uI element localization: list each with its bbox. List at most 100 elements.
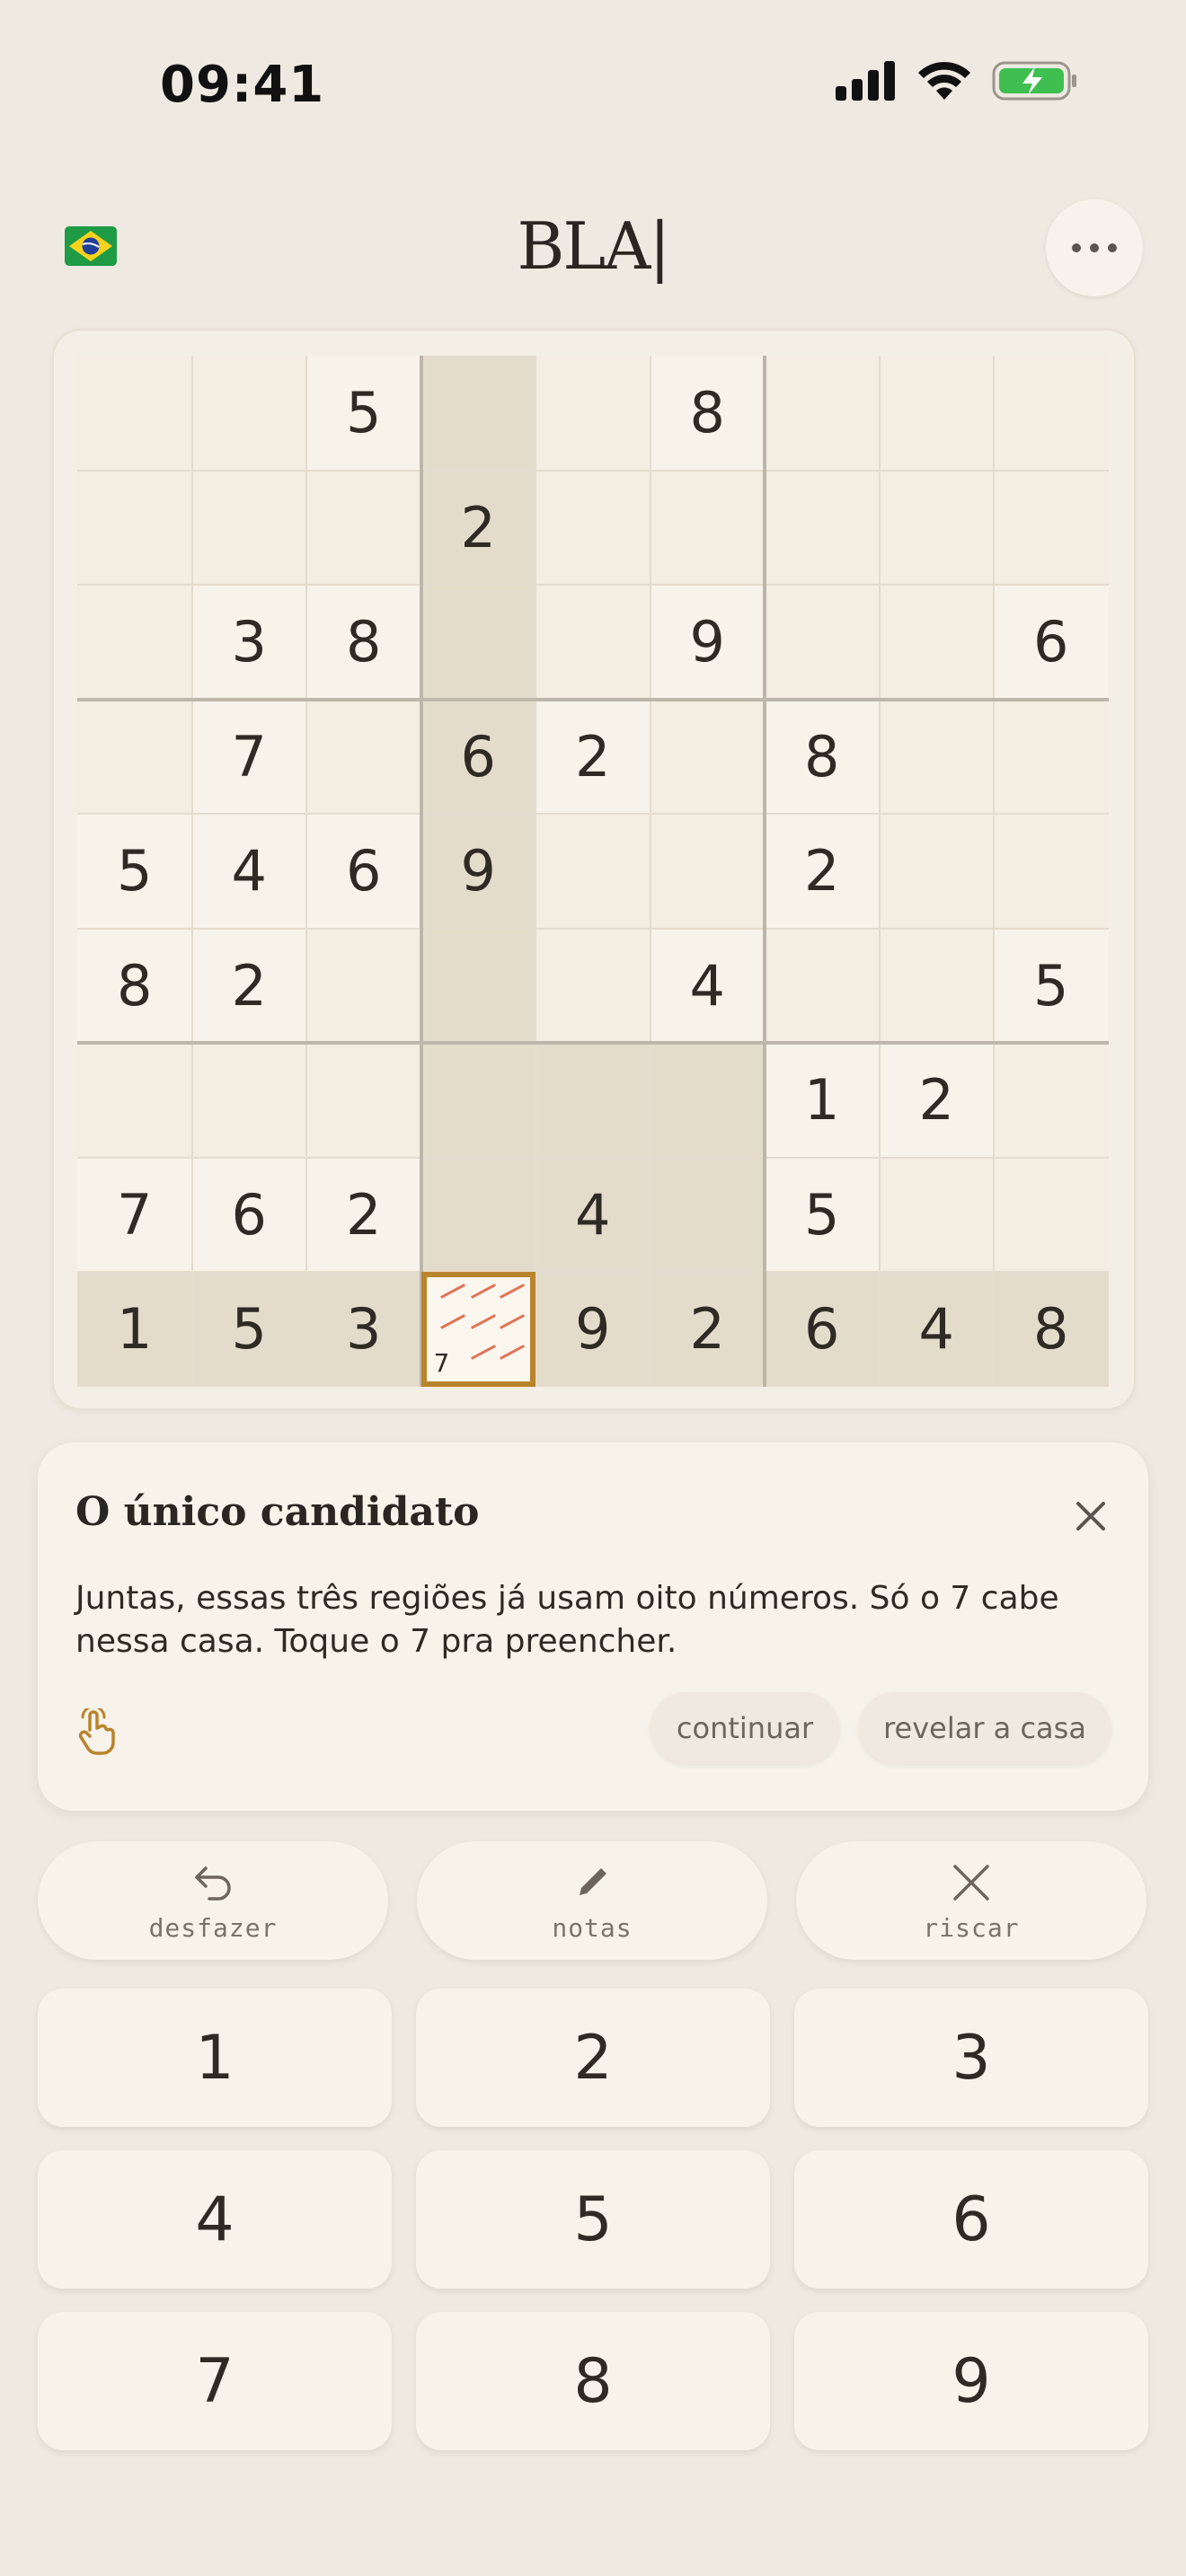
board-cell-r1c9[interactable] <box>994 356 1109 471</box>
board-cell-r2c8[interactable] <box>879 470 994 585</box>
board-cell-r9c3[interactable]: 3 <box>306 1272 421 1387</box>
board-cell-r8c2[interactable]: 6 <box>191 1157 306 1272</box>
box-line <box>77 1041 1109 1045</box>
notes-button[interactable]: notas <box>417 1841 767 1960</box>
board-cell-r7c6[interactable] <box>650 1043 765 1158</box>
board-cell-r9c6[interactable]: 2 <box>650 1272 765 1387</box>
board-cell-r9c2[interactable]: 5 <box>191 1272 306 1387</box>
board-cell-r8c1[interactable]: 7 <box>77 1157 192 1272</box>
board-cell-r1c4[interactable] <box>420 356 535 471</box>
board-cell-r8c8[interactable] <box>879 1157 994 1272</box>
board-cell-r2c5[interactable] <box>535 470 651 585</box>
board-cell-r1c7[interactable] <box>765 356 880 471</box>
number-key-3[interactable]: 3 <box>794 1989 1148 2127</box>
reveal-cell-button[interactable]: revelar a casa <box>859 1692 1111 1764</box>
board-cell-r5c1[interactable]: 5 <box>77 814 192 929</box>
board-cell-r8c5[interactable]: 4 <box>535 1157 651 1272</box>
board-cell-r7c8[interactable]: 2 <box>879 1043 994 1158</box>
board-cell-r5c6[interactable] <box>650 814 765 929</box>
board-cell-r6c8[interactable] <box>879 928 994 1043</box>
board-cell-r6c2[interactable]: 2 <box>191 928 306 1043</box>
board-cell-r5c4[interactable]: 9 <box>420 814 535 929</box>
board-cell-r3c7[interactable] <box>765 585 880 700</box>
board-cell-r5c5[interactable] <box>535 814 651 929</box>
board-cell-r7c4[interactable] <box>420 1043 535 1158</box>
board-cell-r4c1[interactable] <box>77 699 192 814</box>
board-cell-r1c3[interactable]: 5 <box>306 356 421 471</box>
board-cell-r7c2[interactable] <box>191 1043 306 1158</box>
hint-body: Juntas, essas três regiões já usam oito … <box>75 1580 1059 1660</box>
board-cell-r3c1[interactable] <box>77 585 192 700</box>
board-cell-r4c8[interactable] <box>879 699 994 814</box>
continue-button[interactable]: continuar <box>651 1692 839 1764</box>
board-cell-r2c6[interactable] <box>650 470 765 585</box>
board-cell-r5c9[interactable] <box>994 814 1109 929</box>
board-cell-r8c6[interactable] <box>650 1157 765 1272</box>
board-cell-r6c3[interactable] <box>306 928 421 1043</box>
board-cell-r6c9[interactable]: 5 <box>994 928 1109 1043</box>
board-cell-r2c1[interactable] <box>77 470 192 585</box>
board-cell-r2c2[interactable] <box>191 470 306 585</box>
board-cell-r8c4[interactable] <box>420 1157 535 1272</box>
number-key-1[interactable]: 1 <box>38 1989 392 2127</box>
board-cell-r1c5[interactable] <box>535 356 651 471</box>
board-cell-r7c1[interactable] <box>77 1043 192 1158</box>
board-cell-r8c7[interactable]: 5 <box>765 1157 880 1272</box>
board-cell-r7c9[interactable] <box>994 1043 1109 1158</box>
board-cell-r4c4[interactable]: 6 <box>420 699 535 814</box>
board-cell-r1c2[interactable] <box>191 356 306 471</box>
sudoku-board[interactable]: 582389676285469282451276245153926487 <box>77 356 1109 1387</box>
number-key-8[interactable]: 8 <box>416 2312 770 2450</box>
close-icon[interactable] <box>1073 1498 1109 1534</box>
board-cell-r5c2[interactable]: 4 <box>191 814 306 929</box>
strike-button[interactable]: riscar <box>796 1841 1146 1960</box>
board-cell-r6c1[interactable]: 8 <box>77 928 192 1043</box>
board-cell-r7c7[interactable]: 1 <box>765 1043 880 1158</box>
number-key-4[interactable]: 4 <box>38 2150 392 2289</box>
board-cell-r3c3[interactable]: 8 <box>306 585 421 700</box>
board-cell-r6c4[interactable] <box>420 928 535 1043</box>
board-cell-r4c9[interactable] <box>994 699 1109 814</box>
board-cell-r5c8[interactable] <box>879 814 994 929</box>
board-cell-r3c2[interactable]: 3 <box>191 585 306 700</box>
board-cell-r9c7[interactable]: 6 <box>765 1272 880 1387</box>
board-cell-r7c5[interactable] <box>535 1043 651 1158</box>
undo-button[interactable]: desfazer <box>38 1841 388 1960</box>
board-cell-r4c7[interactable]: 8 <box>765 699 880 814</box>
board-cell-r4c3[interactable] <box>306 699 421 814</box>
board-cell-r3c5[interactable] <box>535 585 651 700</box>
board-cell-r4c5[interactable]: 2 <box>535 699 651 814</box>
board-cell-r9c1[interactable]: 1 <box>77 1272 192 1387</box>
board-cell-r9c9[interactable]: 8 <box>994 1272 1109 1387</box>
board-cell-r3c8[interactable] <box>879 585 994 700</box>
number-key-9[interactable]: 9 <box>794 2312 1148 2450</box>
board-cell-r2c9[interactable] <box>994 470 1109 585</box>
board-cell-r2c3[interactable] <box>306 470 421 585</box>
board-cell-r1c8[interactable] <box>879 356 994 471</box>
board-cell-r4c2[interactable]: 7 <box>191 699 306 814</box>
number-key-7[interactable]: 7 <box>38 2312 392 2450</box>
board-cell-r5c7[interactable]: 2 <box>765 814 880 929</box>
board-cell-r6c7[interactable] <box>765 928 880 1043</box>
board-cell-r9c8[interactable]: 4 <box>879 1272 994 1387</box>
board-cell-r1c6[interactable]: 8 <box>650 356 765 471</box>
board-cell-r3c6[interactable]: 9 <box>650 585 765 700</box>
board-cell-r2c4[interactable]: 2 <box>420 470 535 585</box>
board-cell-r6c6[interactable]: 4 <box>650 928 765 1043</box>
board-cell-r1c1[interactable] <box>77 356 192 471</box>
board-cell-r3c4[interactable] <box>420 585 535 700</box>
board-cell-r8c9[interactable] <box>994 1157 1109 1272</box>
number-key-5[interactable]: 5 <box>416 2150 770 2289</box>
selected-cell[interactable]: 7 <box>420 1272 535 1387</box>
board-cell-r3c9[interactable]: 6 <box>994 585 1109 700</box>
board-cell-r8c3[interactable]: 2 <box>306 1157 421 1272</box>
board-cell-r7c3[interactable] <box>306 1043 421 1158</box>
board-cell-r2c7[interactable] <box>765 470 880 585</box>
board-cell-r4c6[interactable] <box>650 699 765 814</box>
number-key-2[interactable]: 2 <box>416 1989 770 2127</box>
number-key-6[interactable]: 6 <box>794 2150 1148 2289</box>
board-cell-r5c3[interactable]: 6 <box>306 814 421 929</box>
board-cell-r6c5[interactable] <box>535 928 651 1043</box>
more-options-button[interactable] <box>1046 199 1143 296</box>
board-cell-r9c5[interactable]: 9 <box>535 1272 651 1387</box>
